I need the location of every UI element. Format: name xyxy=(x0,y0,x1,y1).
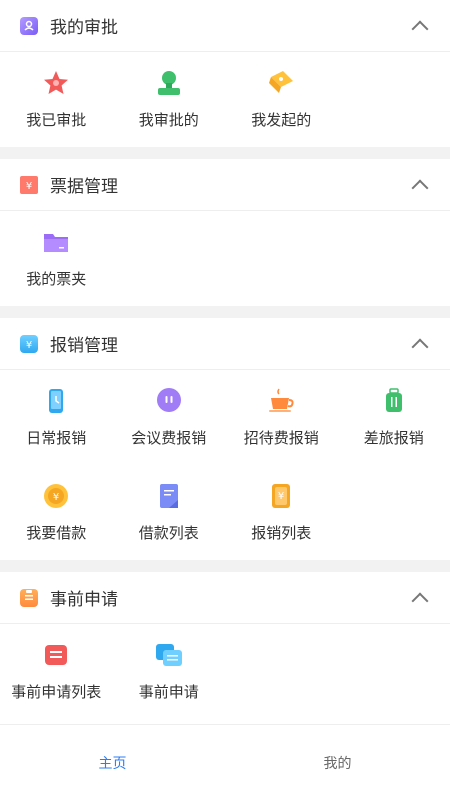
coin-icon: ¥ xyxy=(42,482,70,510)
expense-icon: ¥ xyxy=(20,334,38,353)
tile-label: 我要借款 xyxy=(26,524,87,542)
tile-my-tickets[interactable]: 我的票夹 xyxy=(0,211,113,306)
tile-label: 我已审批 xyxy=(26,111,87,129)
section-title: 票据管理 xyxy=(50,177,118,197)
tile-label: 我发起的 xyxy=(251,111,312,129)
tile-label: 日常报销 xyxy=(26,429,87,447)
chat-icon xyxy=(155,387,183,415)
tile-label: 借款列表 xyxy=(138,524,199,542)
tile-to-approve[interactable]: 我审批的 xyxy=(113,52,226,147)
tile-pre-application-list[interactable]: 事前申请列表 xyxy=(0,624,113,719)
clipboard-icon xyxy=(20,588,38,607)
section-my-approval: 我的审批 我已审批 我审批的 我发起的 xyxy=(0,0,450,147)
section-divider xyxy=(0,560,450,572)
flag-icon xyxy=(267,69,295,97)
tile-approved[interactable]: 我已审批 xyxy=(0,52,113,147)
tile-label: 会议费报销 xyxy=(131,429,207,447)
section-divider xyxy=(0,306,450,318)
tile-loan-list[interactable]: 借款列表 xyxy=(113,465,226,560)
phone-icon xyxy=(42,387,70,415)
section-header-my-approval[interactable]: 我的审批 xyxy=(0,0,450,52)
tile-expense-list[interactable]: ¥ 报销列表 xyxy=(225,465,338,560)
section-divider xyxy=(0,147,450,159)
svg-text:¥: ¥ xyxy=(53,492,59,503)
tile-initiated[interactable]: 我发起的 xyxy=(225,52,338,147)
tile-daily-expense[interactable]: 日常报销 xyxy=(0,370,113,465)
stamp-icon xyxy=(155,69,183,97)
folder-icon xyxy=(42,228,70,256)
section-header-pre-application[interactable]: 事前申请 xyxy=(0,572,450,624)
section-ticket-management: ¥ 票据管理 我的票夹 xyxy=(0,159,450,306)
svg-text:¥: ¥ xyxy=(26,340,32,351)
tile-label: 我的票夹 xyxy=(26,270,87,288)
luggage-icon xyxy=(380,387,408,415)
tile-label: 招待费报销 xyxy=(243,429,319,447)
tile-label: 差旅报销 xyxy=(363,429,424,447)
chevron-up-icon[interactable] xyxy=(411,179,429,196)
tile-label: 报销列表 xyxy=(251,524,312,542)
section-header-expense-management[interactable]: ¥ 报销管理 xyxy=(0,318,450,370)
section-title: 我的审批 xyxy=(50,18,118,38)
section-title: 事前申请 xyxy=(50,590,118,610)
tile-label: 事前申请 xyxy=(138,683,199,701)
list-icon xyxy=(42,641,70,669)
approval-icon xyxy=(20,16,38,35)
tab-mine[interactable]: 我的 xyxy=(225,725,450,800)
tile-travel-expense[interactable]: 差旅报销 xyxy=(338,370,450,465)
tile-pre-application[interactable]: 事前申请 xyxy=(113,624,226,719)
tile-label: 事前申请列表 xyxy=(11,683,102,701)
ticket-icon: ¥ xyxy=(20,175,38,194)
svg-text:¥: ¥ xyxy=(26,181,32,192)
section-header-ticket-management[interactable]: ¥ 票据管理 xyxy=(0,159,450,211)
tab-home[interactable]: 主页 xyxy=(0,725,225,800)
coffee-icon xyxy=(267,387,295,415)
section-expense-management: ¥ 报销管理 日常报销 会议费报销 招待费报销 差旅报销 ¥ 我要借款 借款列表… xyxy=(0,318,450,560)
tile-hospitality-expense[interactable]: 招待费报销 xyxy=(225,370,338,465)
section-title: 报销管理 xyxy=(50,336,118,356)
chevron-up-icon[interactable] xyxy=(411,20,429,37)
tile-borrow[interactable]: ¥ 我要借款 xyxy=(0,465,113,560)
chevron-up-icon[interactable] xyxy=(411,592,429,609)
message-icon xyxy=(155,641,183,669)
chevron-up-icon[interactable] xyxy=(411,338,429,355)
svg-text:¥: ¥ xyxy=(278,491,284,502)
section-pre-application: 事前申请 事前申请列表 事前申请 xyxy=(0,572,450,719)
star-icon xyxy=(42,69,70,97)
tab-bar: 主页 我的 xyxy=(0,724,450,800)
tile-label: 我审批的 xyxy=(138,111,199,129)
receipt-icon: ¥ xyxy=(267,482,295,510)
document-icon xyxy=(155,482,183,510)
tile-meeting-expense[interactable]: 会议费报销 xyxy=(113,370,226,465)
